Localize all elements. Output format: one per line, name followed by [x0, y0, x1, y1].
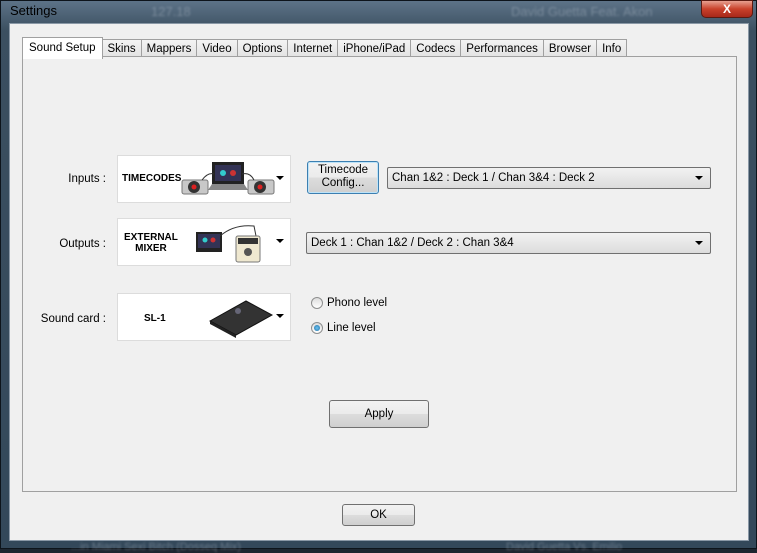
close-button[interactable]: X — [701, 0, 753, 18]
sound-card-name: SL-1 — [144, 313, 166, 324]
outputs-label: Outputs : — [59, 238, 106, 250]
chevron-down-icon — [695, 241, 703, 245]
phono-level-label: Phono level — [327, 297, 388, 309]
timecode-config-button[interactable]: Timecode Config... — [307, 161, 379, 194]
inputs-routing-select[interactable]: Chan 1&2 : Deck 1 / Chan 3&4 : Deck 2 — [387, 167, 711, 189]
ok-button[interactable]: OK — [342, 504, 415, 526]
line-level-label: Line level — [327, 322, 376, 334]
outputs-device-name-1: EXTERNAL — [124, 232, 178, 243]
background-text: David Guetta Feat. Akon — [511, 4, 653, 19]
sound-card-icon — [208, 300, 274, 338]
outputs-routing-select[interactable]: Deck 1 : Chan 1&2 / Deck 2 : Chan 3&4 — [306, 232, 711, 254]
tab-bar: Sound Setup Skins Mappers Video Options … — [22, 37, 628, 59]
inputs-device-name: TIMECODES — [122, 173, 182, 184]
radio-unchecked-icon — [311, 297, 323, 309]
settings-window: 127.18 David Guetta Feat. Akon ...in Mia… — [0, 0, 757, 553]
phono-level-radio[interactable]: Phono level — [311, 297, 387, 309]
inputs-device-select[interactable]: TIMECODES — [117, 155, 291, 203]
tab-sound-setup[interactable]: Sound Setup — [22, 37, 103, 59]
outputs-routing-value: Deck 1 : Chan 1&2 / Deck 2 : Chan 3&4 — [311, 237, 514, 249]
line-level-radio[interactable]: Line level — [311, 322, 376, 334]
dropdown-arrow-icon — [276, 239, 284, 243]
external-mixer-icon — [196, 225, 261, 263]
background-text: ...in Miami Sexi Bitch (Dosseq Mix) — [71, 541, 241, 553]
timecode-setup-icon — [181, 162, 275, 195]
background-text: 127.18 — [151, 4, 191, 19]
sound-setup-panel: Inputs : TIMECODES Timecode Config... Ch… — [22, 56, 737, 492]
timecode-config-label-1: Timecode — [317, 164, 369, 176]
dropdown-arrow-icon — [276, 176, 284, 180]
window-title: Settings — [10, 3, 57, 18]
inputs-routing-value: Chan 1&2 : Deck 1 / Chan 3&4 : Deck 2 — [392, 172, 595, 184]
chevron-down-icon — [695, 176, 703, 180]
apply-button[interactable]: Apply — [329, 400, 429, 428]
inputs-label: Inputs : — [68, 173, 106, 185]
dropdown-arrow-icon — [276, 314, 284, 318]
sound-card-label: Sound card : — [40, 313, 106, 325]
background-text: David Guetta Vs. Emilio — [506, 541, 623, 553]
outputs-device-select[interactable]: EXTERNAL MIXER — [117, 218, 291, 266]
sound-card-select[interactable]: SL-1 — [117, 293, 291, 341]
dialog-body: Sound Setup Skins Mappers Video Options … — [9, 23, 749, 541]
radio-checked-icon — [311, 322, 323, 334]
timecode-config-label-2: Config... — [321, 177, 365, 189]
outputs-device-name: EXTERNAL MIXER — [124, 232, 178, 254]
outputs-device-name-2: MIXER — [135, 243, 167, 254]
